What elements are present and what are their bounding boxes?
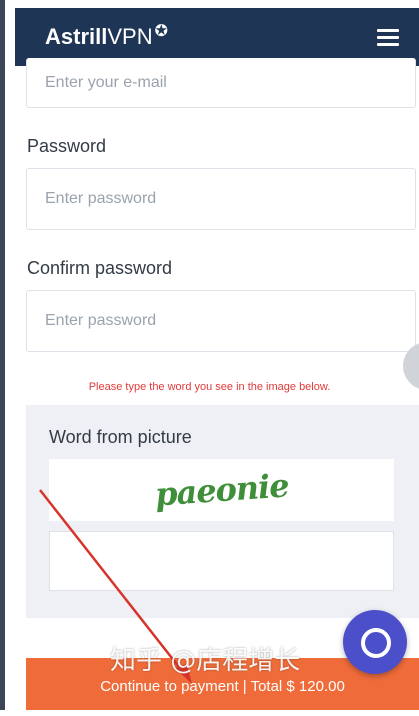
password-field[interactable]: Enter password bbox=[26, 168, 416, 230]
hamburger-icon[interactable] bbox=[377, 29, 399, 46]
logo-bold-text: Astrill bbox=[45, 24, 108, 49]
confirm-password-field[interactable]: Enter password bbox=[26, 290, 416, 352]
captcha-panel: Word from picture paeonie bbox=[26, 405, 419, 618]
left-edge-bar bbox=[0, 0, 5, 710]
zhihu-watermark: 知乎 @店程增长 bbox=[110, 646, 301, 676]
confirm-password-label: Confirm password bbox=[27, 258, 173, 278]
captcha-label: Word from picture bbox=[49, 427, 192, 447]
astrill-logo[interactable]: Astrill VPN ✪ bbox=[45, 23, 169, 50]
password-label: Password bbox=[27, 136, 107, 156]
email-placeholder: Enter your e-mail bbox=[45, 73, 167, 91]
logo-star-icon: ✪ bbox=[154, 23, 169, 40]
captcha-word: paeonie bbox=[153, 466, 290, 514]
confirm-password-placeholder: Enter password bbox=[45, 312, 157, 329]
chat-bubble-icon[interactable] bbox=[343, 610, 407, 674]
email-field[interactable]: Enter your e-mail bbox=[26, 58, 416, 108]
password-placeholder: Enter password bbox=[45, 190, 157, 207]
logo-light-text: VPN bbox=[107, 24, 153, 49]
captcha-hint: Please type the word you see in the imag… bbox=[88, 381, 331, 393]
captcha-image: paeonie bbox=[49, 459, 394, 521]
captcha-input[interactable] bbox=[49, 531, 394, 591]
